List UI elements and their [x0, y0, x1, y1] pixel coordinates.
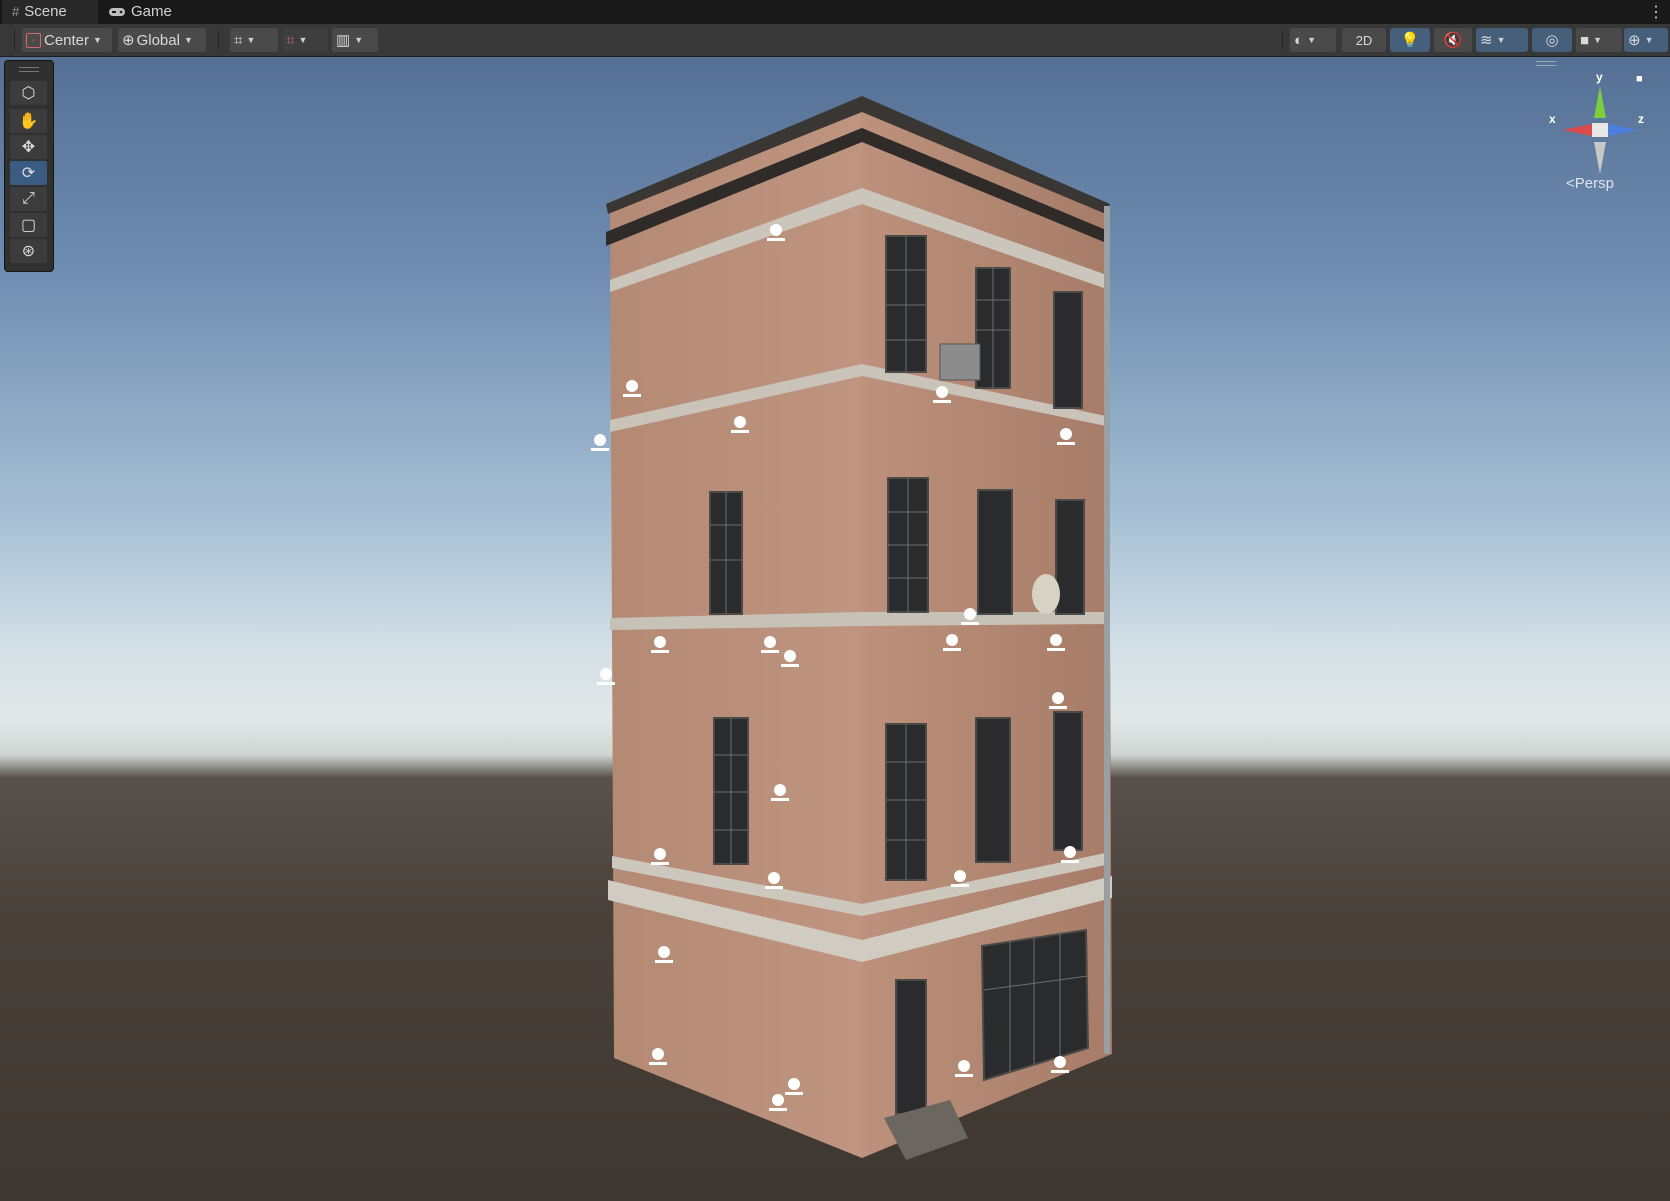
probe-icon[interactable]: [1061, 846, 1079, 863]
probe-icon[interactable]: [655, 946, 673, 963]
probe-icon[interactable]: [731, 416, 749, 433]
lightbulb-icon: 💡: [1400, 32, 1420, 49]
probe-icon[interactable]: [951, 870, 969, 887]
layers-icon: ≋: [1480, 32, 1493, 49]
pivot-label: Center: [44, 31, 90, 49]
gizmo-x-cone[interactable]: [1562, 124, 1592, 136]
transform-tool-button[interactable]: ⊛: [10, 239, 47, 263]
hash-icon: #: [12, 4, 20, 19]
tab-game-label: Game: [131, 3, 172, 20]
scale-icon: ⤢: [22, 190, 35, 207]
projection-label: Persp: [1574, 175, 1614, 192]
grid-visibility-button[interactable]: ▥ ▼: [332, 28, 378, 52]
increment-snap-button[interactable]: ⌗ ▼: [282, 28, 328, 52]
space-dropdown[interactable]: ⊕ Global ▼: [118, 28, 206, 52]
gizmo-y-cone[interactable]: [1594, 86, 1606, 118]
space-label: Global: [136, 31, 180, 49]
overlay-grip[interactable]: [1536, 61, 1556, 66]
probe-icon[interactable]: [955, 1060, 973, 1077]
toolbar-separator-right: [1282, 30, 1283, 50]
probe-icon[interactable]: [961, 608, 979, 625]
gizmo-neg-y-cone[interactable]: [1594, 142, 1606, 174]
probe-icon[interactable]: [767, 224, 785, 241]
hand-tool-button[interactable]: ✋: [10, 109, 47, 133]
more-options-icon[interactable]: ⋮: [1648, 2, 1664, 22]
tab-scene[interactable]: # Scene: [2, 0, 98, 24]
gizmo-center-cube[interactable]: [1592, 123, 1608, 137]
probe-icon[interactable]: [785, 1078, 803, 1095]
view-tool-button[interactable]: ⬡: [10, 81, 47, 105]
orientation-gizmo[interactable]: [1540, 72, 1660, 192]
camera-dropdown[interactable]: ■ ▼: [1576, 28, 1622, 52]
probe-icon[interactable]: [649, 1048, 667, 1065]
probe-icon[interactable]: [591, 434, 609, 451]
probe-icon[interactable]: [1051, 1056, 1069, 1073]
move-arrows-icon: ✥: [21, 139, 36, 156]
rotate-tool-button[interactable]: ⟳: [10, 161, 47, 185]
toolbar-grip: [14, 30, 15, 50]
eye-hidden-icon: ◎: [1545, 32, 1559, 49]
gizmo-y-label: y: [1596, 70, 1603, 84]
probe-icon[interactable]: [1047, 634, 1065, 651]
tab-game[interactable]: Game: [106, 0, 172, 24]
rotate-icon: ⟳: [21, 165, 36, 182]
camera-icon: ■: [1580, 31, 1590, 49]
probe-icon[interactable]: [781, 650, 799, 667]
probe-icon[interactable]: [651, 848, 669, 865]
probe-icon[interactable]: [597, 668, 615, 685]
lighting-toggle[interactable]: 💡: [1390, 28, 1430, 52]
projection-toggle[interactable]: <Persp: [1566, 175, 1614, 192]
toggle-2d-button[interactable]: 2D: [1342, 28, 1386, 52]
probe-icon[interactable]: [623, 380, 641, 397]
probe-icon[interactable]: [769, 1094, 787, 1111]
probe-icon[interactable]: [771, 784, 789, 801]
lock-icon[interactable]: ■: [1636, 73, 1643, 85]
probe-icon[interactable]: [1057, 428, 1075, 445]
gizmo-x-label: x: [1549, 112, 1556, 126]
probe-icon[interactable]: [761, 636, 779, 653]
scale-tool-button[interactable]: ⤢: [10, 187, 47, 211]
grid-snap-icon: ⌗: [234, 31, 243, 49]
light-probe-markers: [591, 224, 1079, 1111]
grid-snap-button[interactable]: ⌗ ▼: [230, 28, 278, 52]
draw-mode-dropdown[interactable]: ◐ ▼: [1290, 28, 1336, 52]
probe-icon[interactable]: [943, 634, 961, 651]
globe-icon: ⊕: [122, 32, 135, 49]
grid-ruler-icon: ▥: [336, 32, 351, 49]
tools-overlay: ⬡ ✋ ✥ ⟳ ⤢ ▢ ⊛: [4, 60, 54, 272]
gizmo-z-cone[interactable]: [1608, 124, 1638, 136]
scene-toolbar: ◦ Center ▼ ⊕ Global ▼ ⌗ ▼ ⌗ ▼ ▥ ▼ ◐ ▼ 2D 💡 🔇 ≋…: [0, 24, 1670, 57]
pivot-dropdown[interactable]: ◦ Center ▼: [22, 28, 112, 52]
editor-tabbar: # Scene Game ⋮: [0, 0, 1670, 24]
shaded-sphere-icon: ◐: [1294, 31, 1304, 49]
persp-chevron-icon: <: [1566, 175, 1575, 192]
increment-snap-icon: ⌗: [286, 31, 295, 49]
audio-mute-icon: 🔇: [1443, 32, 1463, 49]
gizmo-globe-icon: ⊕: [1628, 32, 1641, 49]
cube-icon: ⬡: [21, 85, 36, 102]
hand-icon: ✋: [18, 113, 39, 130]
scene-viewport[interactable]: y x z ■ <Persp ⬡ ✋ ✥ ⟳ ⤢ ▢ ⊛: [0, 57, 1670, 1201]
gamepad-icon: [109, 8, 125, 16]
rect-transform-icon: ▢: [20, 217, 37, 234]
tools-grip[interactable]: [19, 67, 39, 72]
probe-icon[interactable]: [933, 386, 951, 403]
rect-tool-button[interactable]: ▢: [10, 213, 47, 237]
probe-icon[interactable]: [765, 872, 783, 889]
probe-icon[interactable]: [651, 636, 669, 653]
pivot-icon: ◦: [26, 32, 41, 48]
gizmos-dropdown[interactable]: ⊕ ▼: [1624, 28, 1668, 52]
tab-scene-label: Scene: [24, 3, 67, 20]
audio-toggle[interactable]: 🔇: [1434, 28, 1472, 52]
move-tool-button[interactable]: ✥: [10, 135, 47, 159]
gizmo-z-label: z: [1638, 112, 1644, 126]
effects-dropdown[interactable]: ≋ ▼: [1476, 28, 1528, 52]
scene-visibility-toggle[interactable]: ◎: [1532, 28, 1572, 52]
transform-icon: ⊛: [21, 243, 36, 260]
toolbar-separator: [218, 30, 219, 50]
probe-icon[interactable]: [1049, 692, 1067, 709]
